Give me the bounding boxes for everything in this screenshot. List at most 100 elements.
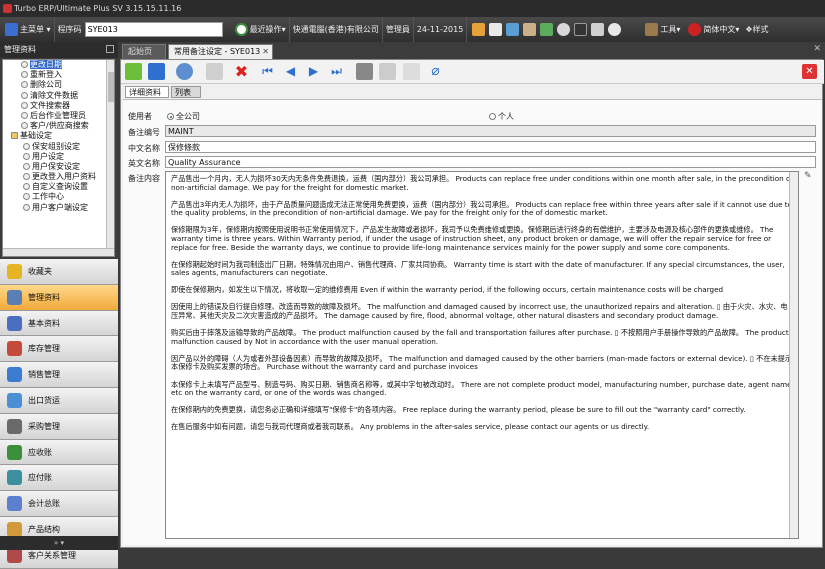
- tree-vertical-scrollbar[interactable]: [106, 60, 114, 256]
- tab-list-label: 列表: [175, 88, 191, 97]
- printer-icon[interactable]: [591, 23, 605, 36]
- document-icon[interactable]: [489, 23, 503, 36]
- function-icon: [21, 71, 28, 79]
- tab-home[interactable]: 起始页: [122, 44, 166, 59]
- module-item[interactable]: 基本资料: [0, 310, 118, 337]
- function-icon: [21, 122, 28, 130]
- chevron-down-icon: ▾: [44, 25, 51, 34]
- module-icon: [7, 418, 22, 434]
- edit-icon[interactable]: [206, 63, 223, 80]
- close-tab-icon[interactable]: ✕: [262, 45, 269, 59]
- module-item[interactable]: 会计总账: [0, 491, 118, 517]
- tree-item[interactable]: 删除公司: [3, 80, 114, 90]
- module-item[interactable]: 销售管理: [0, 362, 118, 388]
- module-icon: [7, 444, 22, 460]
- recent-ops-button[interactable]: 最近操作 ▾: [230, 17, 290, 42]
- next-record-icon[interactable]: ▶: [305, 63, 322, 80]
- module-label: 管理资料: [28, 292, 60, 302]
- tools-icon: [645, 23, 659, 36]
- tree-item[interactable]: 工作中心: [3, 192, 114, 202]
- attachment-icon[interactable]: ⌀: [427, 63, 444, 80]
- tree-item[interactable]: 基础设定: [3, 131, 114, 141]
- monitor-icon[interactable]: [574, 23, 588, 36]
- main-toolbar: 主菜单 ▾ 程序码 最近操作▾ 快通電腦(香港)有限公司 管理員 24-11-2…: [0, 17, 825, 42]
- pencil-icon[interactable]: ✎: [804, 172, 813, 181]
- tree-item[interactable]: 重新登入: [3, 70, 114, 80]
- module-label: 收藏夹: [28, 267, 52, 276]
- tree-item[interactable]: 更改登入用户资料: [3, 172, 114, 182]
- left-panel: 管理资料 更改日期 重新登入 删除公司 清除文件数据 文件搜索器 后台作业管理员 客户/供应…: [0, 42, 118, 569]
- chevron-down-icon: ▾: [676, 25, 681, 34]
- home-icon[interactable]: [472, 23, 486, 36]
- content-paragraph: 因使用上的错误及自行提自修理、改造而导致的故障及损坏。 The malfunct…: [171, 302, 788, 321]
- tree-item[interactable]: 客户/供应商搜索: [3, 121, 114, 131]
- content-scrollbar[interactable]: [789, 172, 798, 538]
- tab-list[interactable]: 列表: [171, 86, 201, 98]
- main-menu-button[interactable]: 主菜单 ▾: [0, 17, 55, 42]
- tree-item-label: 删除公司: [30, 80, 62, 90]
- settings-icon[interactable]: [557, 23, 571, 36]
- calculator-icon[interactable]: [540, 23, 554, 36]
- new-record-icon[interactable]: [125, 63, 142, 80]
- module-item[interactable]: 库存管理: [0, 336, 118, 363]
- delete-icon[interactable]: ✖: [233, 63, 250, 80]
- tree-item[interactable]: 后台作业管理员: [3, 111, 114, 121]
- close-icon[interactable]: ✕: [813, 44, 821, 54]
- paste-icon[interactable]: [403, 63, 420, 80]
- tree-item[interactable]: 文件搜索器: [3, 101, 114, 111]
- style-menu[interactable]: ❖ 样式: [742, 17, 771, 42]
- tree-horizontal-scrollbar[interactable]: [3, 248, 114, 256]
- radio-personal[interactable]: 个人: [489, 111, 514, 122]
- tools-menu[interactable]: 工具 ▾: [640, 17, 683, 42]
- folder-icon[interactable]: [523, 23, 537, 36]
- tree-item[interactable]: 自定义查询设置: [3, 182, 114, 192]
- style-label: 样式: [752, 25, 769, 34]
- tree-item-label: 重新登入: [30, 70, 62, 80]
- tree-item[interactable]: 保安组别设定: [3, 142, 114, 152]
- module-item[interactable]: 应收账: [0, 439, 118, 466]
- chevron-down-icon: ▾: [281, 25, 286, 34]
- search-icon[interactable]: [356, 63, 373, 80]
- tree-item[interactable]: 清除文件数据: [3, 91, 114, 101]
- name-en-field[interactable]: Quality Assurance: [165, 156, 816, 168]
- tree-item[interactable]: 更改日期: [3, 60, 114, 70]
- quick-icons: [467, 17, 626, 42]
- module-item[interactable]: 采购管理: [0, 413, 118, 440]
- name-cn-field[interactable]: 保修條款: [165, 141, 816, 153]
- module-label: 客户关系管理: [28, 550, 76, 560]
- tab-common-remark-label: 常用备注设定 - SYE013: [174, 47, 261, 56]
- function-icon: [21, 81, 28, 89]
- previous-record-icon[interactable]: ◀: [282, 63, 299, 80]
- language-label: 简体中文: [703, 25, 736, 34]
- pin-icon[interactable]: [106, 45, 114, 53]
- module-icon: [7, 341, 22, 357]
- refresh-icon[interactable]: [176, 63, 193, 80]
- module-item[interactable]: 收藏夹: [0, 259, 118, 285]
- module-label: 销售管理: [28, 370, 60, 380]
- first-record-icon[interactable]: ⏮: [259, 63, 276, 80]
- tree-item[interactable]: 用户保安设定: [3, 162, 114, 172]
- program-code-input[interactable]: [84, 22, 223, 37]
- timer-icon[interactable]: [608, 23, 622, 36]
- tree-item[interactable]: 用户设定: [3, 152, 114, 162]
- current-date: 24-11-2015: [414, 17, 468, 42]
- module-label: 采购管理: [28, 421, 60, 431]
- content-textarea[interactable]: 产品售出一个月内，无人为损坏30天内无条件免费退换，运费（国内部分）我公司承担。…: [165, 171, 799, 539]
- panel-expand-toggle[interactable]: » ▾: [0, 536, 118, 550]
- module-item[interactable]: 应付账: [0, 465, 118, 492]
- module-label: 应付账: [28, 473, 52, 483]
- last-record-icon[interactable]: ⏭: [328, 63, 345, 80]
- radio-all-company[interactable]: 全公司: [167, 111, 200, 122]
- module-item[interactable]: 管理资料: [0, 284, 118, 311]
- close-form-icon[interactable]: ✕: [802, 64, 817, 79]
- module-item[interactable]: 出口货运: [0, 387, 118, 414]
- language-menu[interactable]: 简体中文 ▾: [683, 17, 742, 42]
- list-icon[interactable]: [506, 23, 520, 36]
- tab-detail[interactable]: 详细资料: [125, 86, 169, 98]
- tree-item[interactable]: 用户客户端设定: [3, 203, 114, 213]
- module-icon: [7, 392, 22, 408]
- code-field[interactable]: MAINT: [165, 125, 816, 137]
- copy-icon[interactable]: [379, 63, 396, 80]
- tab-common-remark[interactable]: 常用备注设定 - SYE013 ✕: [168, 44, 273, 59]
- save-icon[interactable]: [148, 63, 165, 80]
